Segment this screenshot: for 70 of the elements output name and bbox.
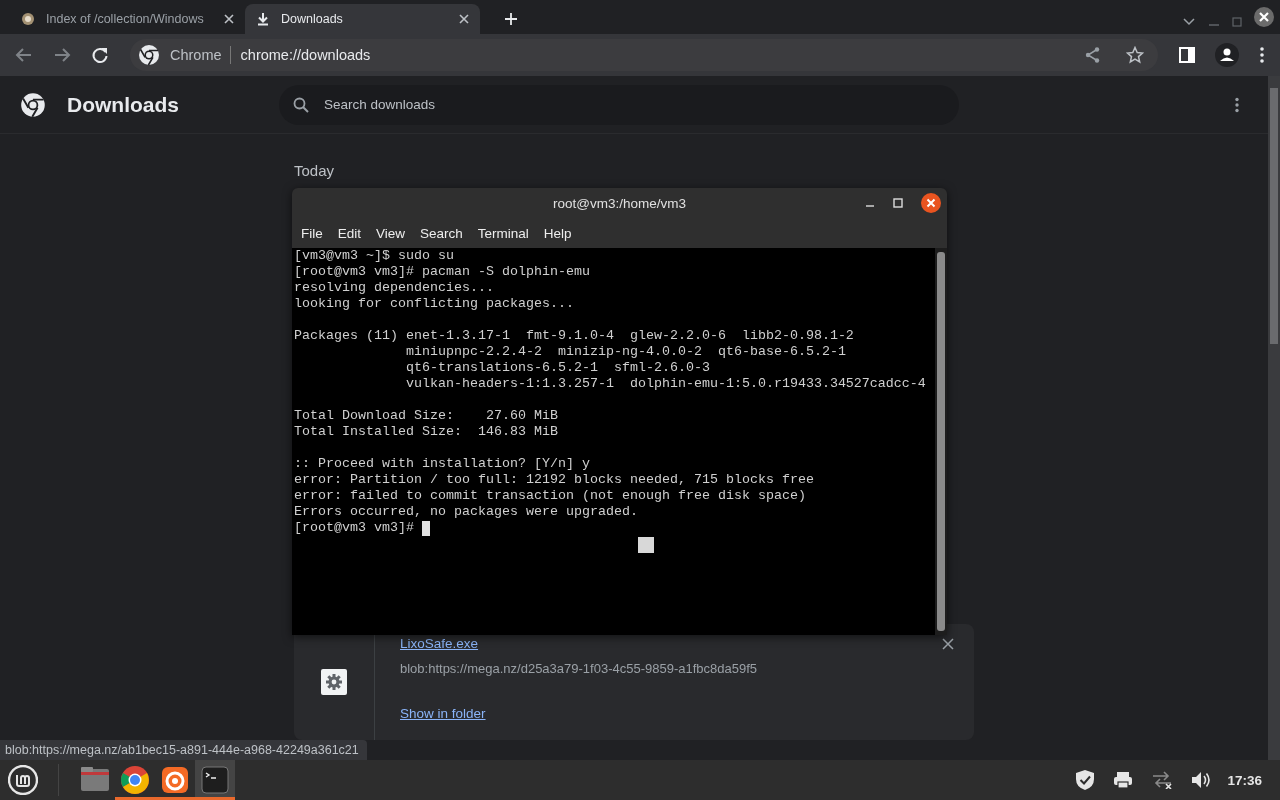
back-icon[interactable] xyxy=(15,46,33,64)
browser-tab[interactable]: Index of /collection/Windows xyxy=(10,4,245,34)
menu-item[interactable]: Edit xyxy=(337,225,362,241)
terminal-line: miniupnpc-2.2.4-2 minizip-ng-4.0.0-2 qt6-base-6.5.2-1 xyxy=(404,344,846,360)
menu-icon[interactable] xyxy=(1259,46,1265,64)
chrome-icon xyxy=(138,44,160,66)
network-icon[interactable] xyxy=(1151,771,1174,789)
terminal-line: Total Download Size: 27.60 MiB xyxy=(294,408,558,424)
status-bubble: blob:https://mega.nz/ab1bec15-a891-444e-a968-42249a361c21 xyxy=(0,740,367,760)
url-text: chrome://downloads xyxy=(240,47,371,63)
chevron-down-icon[interactable] xyxy=(1182,17,1196,27)
terminal-line: Total Installed Size: 146.83 MiB xyxy=(294,424,558,440)
fox-app-icon xyxy=(159,764,191,796)
star-icon[interactable] xyxy=(1126,46,1144,64)
file-url: blob:https://mega.nz/d25a3a79-1f03-4c55-9859-a1fbc8da59f5 xyxy=(400,660,758,678)
terminal-line: resolving dependencies... xyxy=(294,280,494,296)
window-title: root@vm3:/home/vm3 xyxy=(553,195,686,211)
printer-icon[interactable] xyxy=(1113,771,1134,789)
search-icon xyxy=(293,96,309,113)
terminal-icon xyxy=(199,764,231,796)
page-title: Downloads xyxy=(67,92,180,117)
terminal-line: error: Partition / too full: 12192 blocks needed, 715 blocks free xyxy=(294,472,814,488)
download-icon xyxy=(255,11,271,27)
date-heading: Today xyxy=(294,161,336,181)
share-icon[interactable] xyxy=(1084,46,1102,64)
gear-icon xyxy=(321,669,347,695)
terminal-line: qt6-translations-6.5.2-1 sfml-2.6.0-3 xyxy=(404,360,710,376)
profile-icon[interactable] xyxy=(1215,43,1239,67)
menu-item[interactable]: View xyxy=(376,225,406,241)
browser-icon xyxy=(119,764,151,796)
scrollbar[interactable] xyxy=(935,248,947,635)
browser-tab[interactable]: Downloads xyxy=(245,4,480,34)
close-icon[interactable] xyxy=(942,638,954,650)
terminal-line: Errors occurred, no packages were upgraded. xyxy=(294,504,638,520)
tab-title: Downloads xyxy=(281,12,343,26)
show-in-folder-link[interactable]: Show in folder xyxy=(400,704,486,724)
text-cursor xyxy=(422,520,430,536)
tab-title: Index of /collection/Windows xyxy=(46,12,204,26)
forward-icon[interactable] xyxy=(53,46,71,64)
terminal-line: error: failed to commit transaction (not enough free disk space) xyxy=(294,488,806,504)
terminal-line: [root@vm3 vm3]# pacman -S dolphin-emu xyxy=(294,264,590,280)
close-icon[interactable] xyxy=(458,13,470,25)
close-icon[interactable] xyxy=(223,13,235,25)
site-label: Chrome xyxy=(170,46,231,64)
search-field[interactable]: Search downloads xyxy=(279,84,959,125)
terminal-line: Packages (11) enet-1.3.17-1 fmt-9.1.0-4 glew-2.2.0-6 libb2-0.98.1-2 xyxy=(294,328,854,344)
close-icon[interactable] xyxy=(921,193,941,213)
close-icon[interactable] xyxy=(1254,7,1274,27)
terminal-line: [vm3@vm3 ~]$ sudo su xyxy=(294,248,454,264)
terminal-line: [root@vm3 vm3]# xyxy=(294,520,414,536)
new-tab-icon[interactable] xyxy=(504,12,518,26)
terminal-line: looking for conflicting packages... xyxy=(294,296,574,312)
menu-item[interactable]: File xyxy=(301,225,323,241)
reload-icon[interactable] xyxy=(91,46,109,64)
terminal-line: vulkan-headers-1:1.3.257-1 dolphin-emu-1:5.0.r19433.34527cadcc-4 xyxy=(404,376,926,392)
address-bar[interactable]: Chrome chrome://downloads xyxy=(130,39,1158,71)
menu-item[interactable]: Help xyxy=(543,225,572,241)
chrome-icon xyxy=(20,91,46,118)
more-icon[interactable] xyxy=(1234,96,1240,113)
terminal-line: :: Proceed with installation? [Y/n] y xyxy=(294,456,590,472)
shield-icon[interactable] xyxy=(1075,769,1096,791)
side-panel-icon[interactable] xyxy=(1179,47,1195,63)
mint-logo-icon[interactable] xyxy=(8,765,38,795)
volume-icon[interactable] xyxy=(1191,771,1212,789)
page-icon xyxy=(20,11,36,27)
clock[interactable]: 17:36 xyxy=(1227,772,1262,788)
file-name-link[interactable]: LixoSafe.exe xyxy=(400,634,479,654)
menu-item[interactable]: Search xyxy=(420,225,463,241)
menu-item[interactable]: Terminal xyxy=(477,225,529,241)
pointer-square xyxy=(638,537,654,553)
